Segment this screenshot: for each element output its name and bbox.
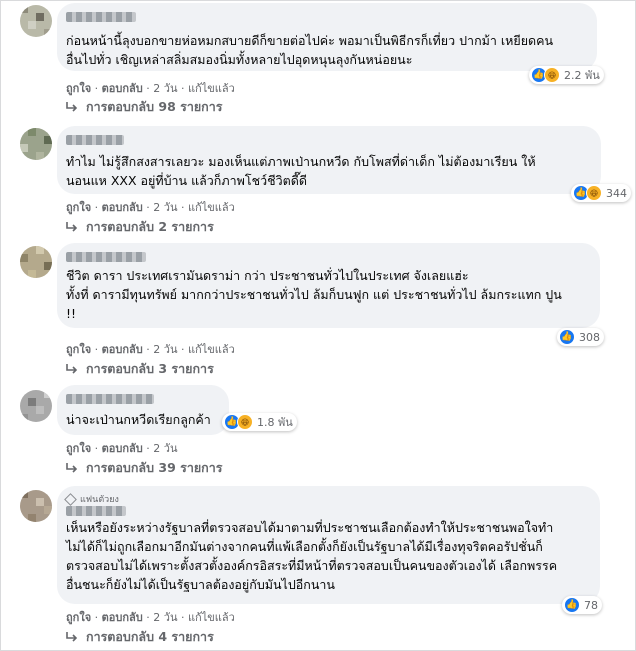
fan-badge-label: แฟนตัวยง xyxy=(80,495,119,505)
comment-text-line: ตรวจสอบไม่ได้เพราะตั้งสวตั้งองค์กรอิสระท… xyxy=(66,558,558,573)
reply-button[interactable]: ตอบกลับ xyxy=(102,201,143,214)
like-button[interactable]: ถูกใจ xyxy=(66,82,91,95)
timestamp[interactable]: 2 วัน xyxy=(153,442,177,455)
view-replies-button[interactable]: การตอบกลับ 3 รายการ xyxy=(66,359,214,379)
comment-text-line: เห็นหรือยังระหว่างรัฐบาลที่ตรวจสอบได้มาต… xyxy=(66,520,554,535)
comment-text-line: ทำไม ไม่รู้สึกสงสารเลยวะ มองเห็นแต่ภาพเป… xyxy=(66,154,536,169)
reply-arrow-icon xyxy=(66,102,78,112)
haha-icon: 😆 xyxy=(586,185,602,201)
reply-button[interactable]: ตอบกลับ xyxy=(102,442,143,455)
comment-text-line: ชีวิต ดารา ประเทศเรามันดราม่า กว่า ประชา… xyxy=(66,268,469,283)
reaction-count: 1.8 พัน xyxy=(257,416,293,429)
reply-button[interactable]: ตอบกลับ xyxy=(102,343,143,356)
comment-text-line: นอนแห XXX อยู่ที่บ้าน แล้วก็ภาพโชว์ชีวิต… xyxy=(66,173,307,188)
comment-bubble: ก่อนหน้านี้ลุงบอกขายห่อหมกสบายดีก็ขายต่อ… xyxy=(57,3,597,71)
like-icon: 👍 xyxy=(559,329,575,345)
comment-text: ทำไม ไม่รู้สึกสงสารเลยวะ มองเห็นแต่ภาพเป… xyxy=(66,152,536,190)
timestamp[interactable]: 2 วัน xyxy=(153,201,177,214)
comment-text: ก่อนหน้านี้ลุงบอกขายห่อหมกสบายดีก็ขายต่อ… xyxy=(66,31,553,69)
avatar[interactable] xyxy=(20,246,52,278)
avatar[interactable] xyxy=(20,5,52,37)
reply-button[interactable]: ตอบกลับ xyxy=(102,611,143,624)
edited-label[interactable]: แก้ไขแล้ว xyxy=(188,611,235,624)
haha-icon: 😆 xyxy=(237,414,253,430)
reaction-summary[interactable]: 👍 😆 1.8 พัน xyxy=(222,413,297,431)
haha-icon: 😆 xyxy=(544,67,560,83)
like-button[interactable]: ถูกใจ xyxy=(66,201,91,214)
comment-text-line: อื่นไปทั่ว เชิญเหล่าสลิ่มสมองนิ่มทั้งหลา… xyxy=(66,52,413,67)
replies-label: การตอบกลับ 3 รายการ xyxy=(86,361,214,376)
comment-actions: ถูกใจ · ตอบกลับ · 2 วัน · แก้ไขแล้ว xyxy=(66,611,235,624)
diamond-icon xyxy=(64,493,77,506)
replies-label: การตอบกลับ 98 รายการ xyxy=(86,99,223,114)
author-name-redacted[interactable] xyxy=(66,252,146,262)
view-replies-button[interactable]: การตอบกลับ 4 รายการ xyxy=(66,627,214,647)
comment-actions: ถูกใจ · ตอบกลับ · 2 วัน · แก้ไขแล้ว xyxy=(66,201,235,214)
edited-label[interactable]: แก้ไขแล้ว xyxy=(188,82,235,95)
reaction-summary[interactable]: 👍 308 xyxy=(557,328,604,346)
like-button[interactable]: ถูกใจ xyxy=(66,611,91,624)
reply-arrow-icon xyxy=(66,632,78,642)
reply-arrow-icon xyxy=(66,222,78,232)
author-name-redacted[interactable] xyxy=(66,506,126,516)
reaction-summary[interactable]: 👍 😆 2.2 พัน xyxy=(529,66,604,84)
timestamp[interactable]: 2 วัน xyxy=(153,611,177,624)
comment-text-line: !! xyxy=(66,306,77,321)
reaction-count: 2.2 พัน xyxy=(564,69,600,82)
replies-label: การตอบกลับ 2 รายการ xyxy=(86,219,214,234)
author-name-redacted[interactable] xyxy=(66,12,136,22)
view-replies-button[interactable]: การตอบกลับ 2 รายการ xyxy=(66,217,214,237)
like-button[interactable]: ถูกใจ xyxy=(66,343,91,356)
view-replies-button[interactable]: การตอบกลับ 98 รายการ xyxy=(66,97,222,117)
comment-bubble: แฟนตัวยง เห็นหรือยังระหว่างรัฐบาลที่ตรวจ… xyxy=(57,486,600,604)
replies-label: การตอบกลับ 4 รายการ xyxy=(86,629,214,644)
comment-actions: ถูกใจ · ตอบกลับ · 2 วัน xyxy=(66,442,178,455)
reply-arrow-icon xyxy=(66,463,78,473)
like-button[interactable]: ถูกใจ xyxy=(66,442,91,455)
like-icon: 👍 xyxy=(564,597,580,613)
comment-text: ชีวิต ดารา ประเทศเรามันดราม่า กว่า ประชา… xyxy=(66,266,562,323)
reaction-summary[interactable]: 👍 😆 344 xyxy=(571,184,631,202)
fan-badge[interactable]: แฟนตัวยง xyxy=(64,492,119,506)
reply-arrow-icon xyxy=(66,364,78,374)
comment-text-line: ไม่ได้ก็ไม่ถูกเลือกมาอีกมันต่างจากคนที่แ… xyxy=(66,539,543,554)
author-name-redacted[interactable] xyxy=(66,394,154,404)
reaction-count: 344 xyxy=(606,186,627,200)
comment-text: น่าจะเป่านกหวีดเรียกลูกค้า xyxy=(66,410,211,429)
timestamp[interactable]: 2 วัน xyxy=(153,82,177,95)
reaction-summary[interactable]: 👍 78 xyxy=(562,596,602,614)
comment-bubble: ชีวิต ดารา ประเทศเรามันดราม่า กว่า ประชา… xyxy=(57,243,600,328)
avatar[interactable] xyxy=(20,490,52,522)
comment-text-line: อื่นชนะก็ยังไม่ได้เป็นรัฐบาลต้องอยู่กับม… xyxy=(66,577,335,592)
reply-button[interactable]: ตอบกลับ xyxy=(102,82,143,95)
comment-bubble: น่าจะเป่านกหวีดเรียกลูกค้า xyxy=(57,385,229,435)
avatar[interactable] xyxy=(20,128,52,160)
edited-label[interactable]: แก้ไขแล้ว xyxy=(188,343,235,356)
author-name-redacted[interactable] xyxy=(66,135,124,145)
comment-bubble: ทำไม ไม่รู้สึกสงสารเลยวะ มองเห็นแต่ภาพเป… xyxy=(57,126,601,194)
timestamp[interactable]: 2 วัน xyxy=(153,343,177,356)
view-replies-button[interactable]: การตอบกลับ 39 รายการ xyxy=(66,458,222,478)
comment-actions: ถูกใจ · ตอบกลับ · 2 วัน · แก้ไขแล้ว xyxy=(66,82,235,95)
reaction-count: 308 xyxy=(579,330,600,344)
comment-text-line: น่าจะเป่านกหวีดเรียกลูกค้า xyxy=(66,412,211,427)
reaction-count: 78 xyxy=(584,598,598,612)
replies-label: การตอบกลับ 39 รายการ xyxy=(86,460,223,475)
comment-text-line: ก่อนหน้านี้ลุงบอกขายห่อหมกสบายดีก็ขายต่อ… xyxy=(66,33,554,48)
edited-label[interactable]: แก้ไขแล้ว xyxy=(188,201,235,214)
comment-text: เห็นหรือยังระหว่างรัฐบาลที่ตรวจสอบได้มาต… xyxy=(66,518,557,594)
comment-actions: ถูกใจ · ตอบกลับ · 2 วัน · แก้ไขแล้ว xyxy=(66,343,235,356)
comment-text-line: ทั้งที่ ดารามีทุนทรัพย์ มากกว่าประชาชนทั… xyxy=(66,287,562,302)
avatar[interactable] xyxy=(20,390,52,422)
